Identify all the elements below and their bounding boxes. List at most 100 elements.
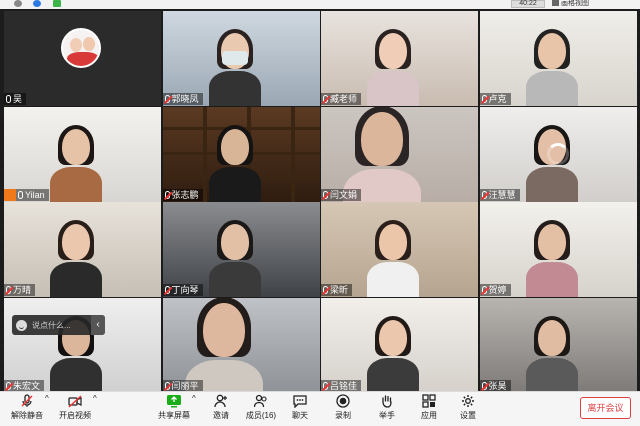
members-icon — [253, 394, 268, 408]
leave-meeting-button[interactable]: 离开会议 — [580, 397, 631, 419]
participant-tile[interactable]: 汪慧慧 — [479, 106, 637, 202]
participant-tile[interactable]: 卢克 — [479, 11, 637, 106]
invite-label: 邀请 — [213, 411, 229, 420]
participant-name: 张昊 — [488, 380, 507, 391]
mic-muted-icon — [164, 286, 170, 294]
info-icon[interactable] — [14, 0, 22, 7]
mic-muted-icon — [6, 381, 11, 390]
participant-tile[interactable]: 朱宏文 — [4, 297, 161, 393]
participant-tile[interactable]: 万晴 — [4, 202, 161, 297]
participant-name: 张志鹏 — [171, 189, 199, 200]
participant-name: Yilan — [25, 189, 45, 200]
participant-tile[interactable]: Yilan — [4, 106, 161, 202]
mic-muted-icon — [20, 394, 34, 408]
invite-icon — [214, 394, 228, 408]
mic-icon — [6, 95, 11, 103]
emoji-icon[interactable] — [16, 319, 27, 331]
participant-name-bar: 张志鹏 — [162, 188, 203, 201]
participant-name-bar: 吴 — [4, 93, 27, 105]
loading-spinner-icon — [546, 142, 569, 165]
share-screen-label: 共享屏幕 — [158, 411, 190, 420]
participant-name-bar: 闫丽平 — [162, 379, 203, 392]
signal-icon[interactable] — [53, 0, 61, 7]
participant-tile[interactable]: 吕铭佳 — [321, 297, 478, 393]
participant-name-bar: 臧老师 — [321, 93, 362, 105]
mic-muted-icon — [481, 95, 487, 103]
participant-tile[interactable]: 吴 — [4, 11, 161, 106]
bottom-toolbar: 解除静音 ^ 开启视频 ^ 共享屏幕 ^ 邀请 成员(16) 聊天 录制 举手 … — [0, 391, 640, 426]
participant-name: 汪慧慧 — [488, 189, 516, 200]
invite-button[interactable]: 邀请 — [208, 394, 234, 426]
participant-name-bar: 汪慧慧 — [479, 188, 520, 201]
participant-tile[interactable]: 闫文娟 — [321, 106, 478, 202]
mic-muted-icon — [323, 286, 328, 294]
participant-name-bar: 贺婷 — [479, 284, 511, 296]
participant-tile[interactable]: 梁昕 — [321, 202, 478, 297]
camera-off-icon — [68, 394, 82, 408]
participant-name-bar: 郭晓凤 — [162, 93, 203, 105]
participant-tile[interactable]: 张昊 — [479, 297, 637, 393]
participant-tile[interactable]: 闫丽平 — [162, 297, 320, 393]
record-button[interactable]: 录制 — [330, 394, 356, 426]
chevron-left-icon[interactable]: ‹ — [91, 315, 105, 335]
chat-label: 聊天 — [292, 411, 308, 420]
chat-icon — [293, 394, 307, 409]
chat-quick-input[interactable]: 说点什么... ‹ — [12, 315, 105, 335]
participant-tile[interactable]: 丁向琴 — [162, 202, 320, 297]
participant-name-bar: 张昊 — [479, 379, 511, 392]
participant-name-bar: 卢克 — [479, 93, 511, 105]
avatar — [61, 28, 101, 68]
participant-name: 朱宏文 — [13, 380, 41, 391]
mic-muted-icon — [164, 95, 170, 103]
share-screen-icon — [167, 394, 181, 408]
chat-placeholder: 说点什么... — [32, 320, 71, 330]
share-options-chevron-icon[interactable]: ^ — [192, 394, 196, 426]
view-mode-button[interactable]: 画格视图 — [552, 0, 589, 7]
shield-icon[interactable] — [33, 0, 41, 7]
unmute-label: 解除静音 — [11, 411, 43, 420]
video-options-chevron-icon[interactable]: ^ — [93, 394, 97, 426]
mic-muted-icon — [481, 190, 487, 199]
mic-muted-icon — [323, 95, 328, 103]
participant-tile[interactable]: 贺婷 — [479, 202, 637, 297]
participant-name-bar: 朱宏文 — [4, 379, 45, 392]
participant-name: 丁向琴 — [171, 285, 199, 295]
participant-name: 吴 — [13, 94, 23, 104]
participant-name: 吕铭佳 — [330, 380, 358, 391]
raise-hand-button[interactable]: 举手 — [374, 394, 400, 426]
mic-icon — [18, 190, 23, 199]
participant-name-bar: 万晴 — [4, 284, 36, 296]
mic-muted-icon — [164, 190, 170, 199]
members-button[interactable]: 成员(16) — [243, 394, 279, 426]
apps-button[interactable]: 应用 — [416, 394, 442, 426]
participant-name-bar: Yilan — [4, 188, 49, 201]
settings-button[interactable]: 设置 — [455, 394, 481, 426]
participant-name: 闫丽平 — [171, 380, 199, 391]
chat-button[interactable]: 聊天 — [287, 394, 313, 426]
members-label: 成员(16) — [245, 411, 277, 420]
share-screen-button[interactable]: 共享屏幕 — [157, 394, 191, 426]
mic-muted-icon — [323, 190, 328, 199]
title-bar: 40:22 画格视图 — [0, 0, 640, 9]
record-label: 录制 — [335, 411, 351, 420]
record-icon — [336, 394, 350, 408]
settings-label: 设置 — [460, 411, 476, 420]
participant-name-bar: 梁昕 — [321, 284, 353, 296]
unmute-button[interactable]: 解除静音 — [10, 394, 44, 426]
apps-icon — [422, 394, 436, 408]
participant-name: 闫文娟 — [330, 189, 358, 200]
participant-tile[interactable]: 臧老师 — [321, 11, 478, 106]
start-video-button[interactable]: 开启视频 — [58, 394, 92, 426]
mic-muted-icon — [481, 286, 487, 294]
participant-name: 梁昕 — [330, 285, 349, 295]
mic-muted-icon — [164, 381, 170, 390]
participant-tile[interactable]: 郭晓凤 — [162, 11, 320, 106]
gear-icon — [461, 394, 475, 408]
mic-muted-icon — [323, 381, 328, 390]
start-video-label: 开启视频 — [59, 411, 91, 420]
participant-name-bar: 闫文娟 — [321, 188, 362, 201]
participant-tile[interactable]: 张志鹏 — [162, 106, 320, 202]
meeting-window: 40:22 画格视图 吴 郭晓凤 臧老师 卢克 Yilan 张志鹏 闫文娟 汪慧慧万晴 丁向琴 梁… — [0, 0, 640, 426]
apps-label: 应用 — [421, 411, 437, 420]
audio-options-chevron-icon[interactable]: ^ — [45, 394, 49, 426]
